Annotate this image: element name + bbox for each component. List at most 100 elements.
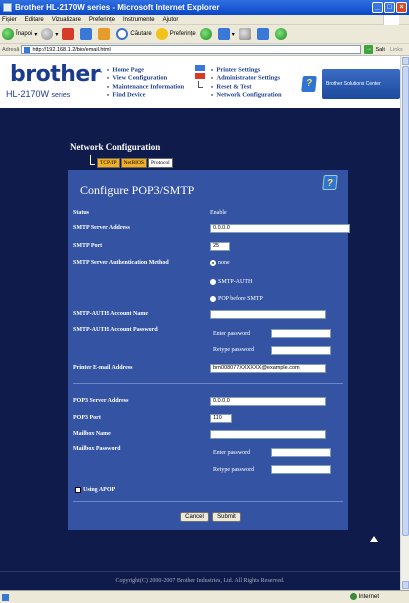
pop3-server-input[interactable]: 0.0.0.0 [210,397,326,406]
nav-network-configuration[interactable]: Network Configuration [211,91,281,99]
mailbox-name-input[interactable] [210,430,326,439]
radio-selected [210,260,216,266]
status-bar: Internet [0,590,409,603]
scroll-down-icon[interactable] [402,581,409,589]
auth-password-input[interactable] [271,329,331,338]
scroll-thumb[interactable] [402,66,409,536]
auth-account-name-input[interactable] [210,310,326,319]
minimize-button[interactable]: _ [372,2,383,13]
nav-left: Home Page View Configuration Maintenance… [107,66,184,100]
go-label: Salt [375,46,385,53]
menu-file[interactable]: Fișier [2,17,17,23]
tab-connector [90,155,95,165]
auth-option-none: none [218,260,230,266]
close-button[interactable]: × [396,2,407,13]
form-divider [73,383,343,384]
address-input[interactable]: http://192.168.1.2/bio/email.html [21,45,362,54]
smtp-server-input[interactable]: 0.0.0.0 [210,224,350,233]
search-button[interactable]: Căutare [116,28,152,40]
nav-find-device[interactable]: Find Device [107,91,184,99]
print-button[interactable] [238,28,253,40]
status-value: Enable [210,210,227,216]
mailbox-password-retype-input[interactable] [271,465,331,474]
maximize-button[interactable]: □ [384,2,395,13]
windows-logo-icon [383,15,399,25]
radio-unselected [210,279,216,285]
pop3-port-label: POP3 Port [73,415,101,421]
help-icon[interactable]: ? [301,76,317,92]
arrow-left-icon [195,73,205,79]
security-zone: Internet [349,593,379,600]
home-icon [98,28,111,40]
refresh-icon [80,28,93,40]
enter-password-label: Enter password [213,331,251,337]
forward-button[interactable]: ▾ [41,28,58,40]
pop3-port-input[interactable]: 110 [210,414,232,423]
menu-view[interactable]: Vizualizare [52,17,81,23]
nav-right: Printer Settings Administrator Settings … [211,66,282,100]
menu-tools[interactable]: Instrumente [123,17,155,23]
pop3-server-label: POP3 Server Address [73,398,129,404]
printer-email-input[interactable]: brn008077XXXXXX@example.com [210,364,326,373]
nav-maintenance-information[interactable]: Maintenance Information [107,83,184,91]
links-label[interactable]: Links [390,47,403,53]
footer-divider [0,571,400,572]
refresh-button[interactable] [80,28,94,40]
auth-radio-smtp-auth[interactable]: SMTP-AUTH [210,279,252,285]
nav-printer-settings[interactable]: Printer Settings [211,66,282,74]
messenger-button[interactable] [274,28,289,40]
mailbox-name-label: Mailbox Name [73,431,111,437]
menu-help[interactable]: Ajutor [163,17,179,23]
submit-button[interactable]: Submit [212,512,241,522]
go-arrow-icon: → [364,45,374,54]
auth-radio-pop-before-smtp[interactable]: POP before SMTP [210,296,263,302]
printer-email-label: Printer E-mail Address [73,365,133,371]
mail-button[interactable] [256,28,271,40]
history-button[interactable]: ▾ [217,28,235,40]
model-label: HL-2170W series [6,89,71,99]
mailbox-password-label: Mailbox Password [73,446,121,452]
page-icon [24,46,31,53]
status-label: Status [73,210,90,216]
tab-netbios[interactable]: NetBIOS [120,158,147,168]
nav-view-configuration[interactable]: View Configuration [107,74,184,82]
tab-tcpip[interactable]: TCP/IP [97,158,120,168]
menu-edit[interactable]: Editare [25,17,44,23]
tab-protocol[interactable]: Protocol [148,158,173,168]
zone-label: Internet [358,593,379,600]
nav-administrator-settings[interactable]: Administrator Settings [211,74,282,82]
ie-icon [3,3,12,12]
solutions-center-link[interactable]: Brother Solutions Center [322,69,400,99]
form-divider-bottom [73,501,343,502]
cancel-button[interactable]: Cancel [180,512,209,522]
favorites-button[interactable]: Preferințe [155,28,196,40]
home-button[interactable] [98,28,112,40]
back-to-top-icon[interactable] [370,536,378,542]
auth-password-retype-input[interactable] [271,346,331,355]
scroll-up-icon[interactable] [402,57,409,65]
back-button[interactable]: Înapoi ▾ [2,28,37,40]
history-icon [217,28,230,40]
vertical-scrollbar[interactable] [400,56,409,590]
auth-account-password-label: SMTP-AUTH Account Password [73,327,158,333]
media-button[interactable] [199,28,214,40]
retype-password-label: Retype password [213,347,255,353]
section-title: Network Configuration [70,142,161,152]
auth-radio-none[interactable]: none [210,260,230,266]
menu-favorites[interactable]: Preferințe [89,17,115,23]
mailbox-enter-password-label: Enter password [213,450,251,456]
copyright-text: Copyright(C) 2000-2007 Brother Industrie… [115,578,285,584]
forward-arrow-icon [41,28,54,40]
messenger-icon [274,28,287,40]
nav-reset-test[interactable]: Reset & Test [211,83,282,91]
stop-icon [62,28,75,40]
smtp-port-input[interactable]: 25 [210,242,230,251]
stop-button[interactable] [62,28,76,40]
media-icon [199,28,212,40]
nav-home-page[interactable]: Home Page [107,66,184,74]
mailbox-password-input[interactable] [271,448,331,457]
panel-help-icon[interactable]: ? [322,175,338,190]
printer-icon [238,28,251,40]
apop-checkbox[interactable]: Using APOP [75,487,115,493]
go-button[interactable]: → Salt [364,45,385,54]
